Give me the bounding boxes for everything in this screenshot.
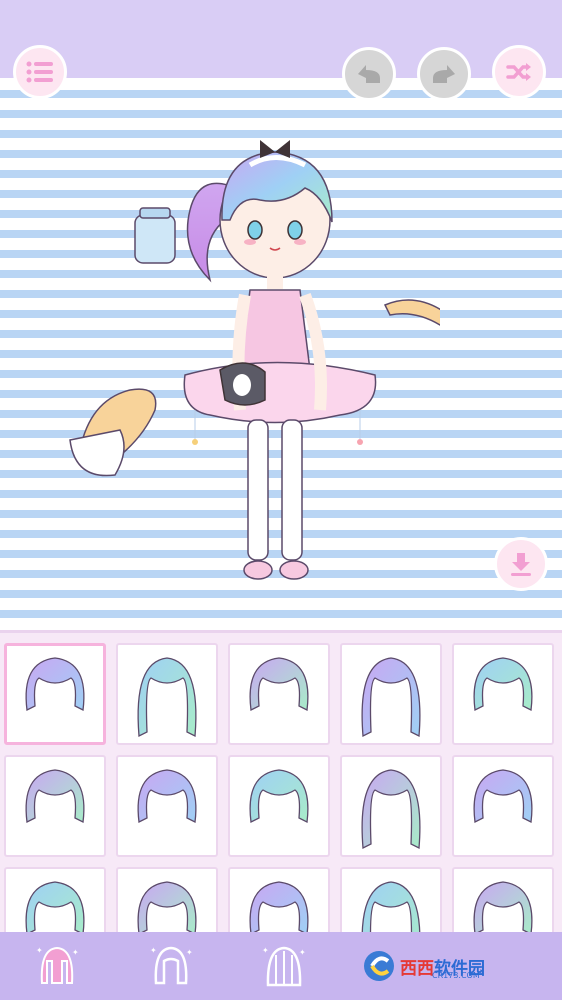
hair-thumbnail-icon — [361, 657, 421, 738]
jar-sticker — [134, 207, 176, 264]
baguette-sticker — [383, 299, 440, 326]
hair-thumbnail-icon — [473, 881, 533, 935]
hair-thumbnail-icon — [137, 657, 197, 738]
back-hair-tab[interactable]: ✦ ✦ — [142, 938, 200, 994]
svg-text:✦: ✦ — [186, 948, 193, 957]
hair-thumbnail-icon — [249, 769, 309, 823]
redo-button[interactable] — [417, 47, 471, 101]
undo-button[interactable] — [342, 47, 396, 101]
shuffle-button[interactable] — [492, 45, 546, 99]
watermark-logo-icon — [364, 951, 394, 981]
hair-options-panel — [0, 630, 562, 935]
hair-option-hime-cut[interactable] — [452, 867, 554, 935]
svg-text:✦: ✦ — [36, 946, 43, 955]
hair-option-layered-fluffy[interactable] — [116, 867, 218, 935]
hair-thumbnail-icon — [25, 769, 85, 823]
hair-option-long-wavy[interactable] — [340, 643, 442, 745]
hair-thumbnail-icon — [473, 769, 533, 823]
hair-thumbnail-icon — [137, 881, 197, 935]
watermark-sub: CR173.COM — [432, 971, 480, 980]
front-hair-tab[interactable]: ✦ ✦ — [28, 938, 86, 994]
hair-thumbnail-icon — [473, 657, 533, 711]
hair-option-side-bun-long[interactable] — [116, 643, 218, 745]
top-bar — [0, 0, 562, 78]
hair-thumbnail-icon — [249, 881, 309, 935]
hair-option-wavy-bob[interactable] — [228, 643, 330, 745]
hair-option-side-ponytail[interactable] — [228, 867, 330, 935]
hair-thumbnail-icon — [25, 657, 85, 711]
long-hair-icon: ✦ ✦ — [262, 946, 306, 987]
redo-icon — [433, 65, 455, 83]
hair-option-curly-bob[interactable] — [4, 755, 106, 857]
long-hair-tab[interactable]: ✦ ✦ — [255, 938, 313, 994]
hair-option-messy-short[interactable] — [452, 755, 554, 857]
hair-option-blunt-bangs[interactable] — [4, 867, 106, 935]
hair-option-pigtails-short[interactable] — [116, 755, 218, 857]
watermark-part1: 西西 — [400, 958, 434, 979]
undo-icon — [358, 65, 380, 83]
svg-text:✦: ✦ — [262, 946, 269, 955]
svg-text:✦: ✦ — [299, 948, 306, 957]
hair-thumbnail-icon — [249, 657, 309, 711]
bread-sticker — [69, 388, 157, 477]
svg-text:✦: ✦ — [72, 948, 79, 957]
site-watermark: 西西软件园 CR173.COM — [362, 946, 542, 986]
doll-character — [69, 140, 440, 580]
shuffle-icon — [506, 63, 531, 81]
hair-option-bob-parted[interactable] — [228, 755, 330, 857]
hair-thumbnail-icon — [361, 881, 421, 935]
menu-button[interactable] — [13, 45, 67, 99]
download-icon — [511, 553, 531, 576]
hair-option-round-bob[interactable] — [340, 867, 442, 935]
hair-option-long-straight-bangs[interactable] — [340, 755, 442, 857]
list-icon — [26, 61, 53, 83]
back-hair-icon: ✦ ✦ — [150, 946, 193, 985]
hair-option-spiky-short[interactable] — [452, 643, 554, 745]
hair-option-short-bob[interactable] — [4, 643, 106, 745]
hair-thumbnail-icon — [137, 769, 197, 823]
hair-thumbnail-icon — [361, 769, 421, 850]
hair-thumbnail-icon — [25, 881, 85, 935]
svg-text:✦: ✦ — [150, 946, 157, 955]
front-hair-icon: ✦ ✦ — [36, 946, 79, 984]
save-button[interactable] — [494, 537, 548, 591]
